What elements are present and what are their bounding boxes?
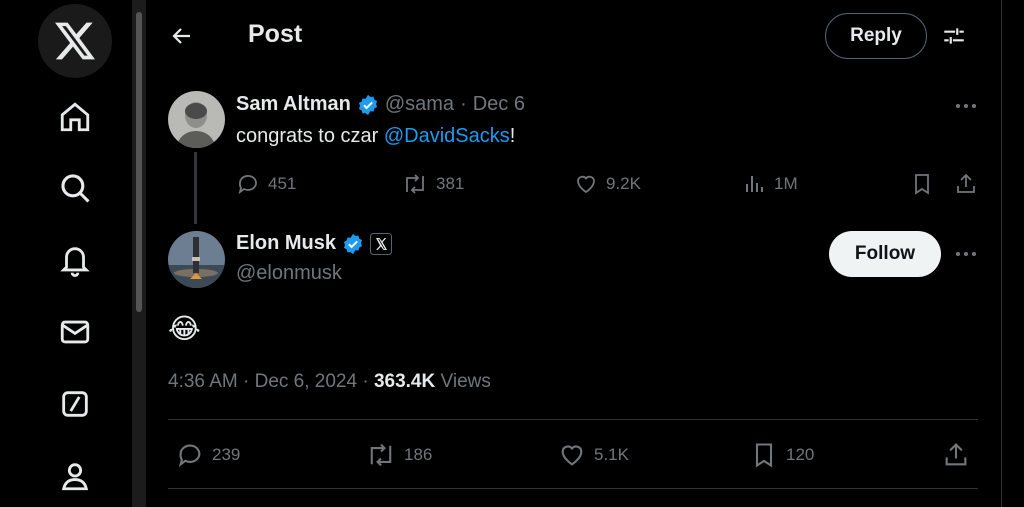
scrollbar[interactable]	[132, 0, 146, 507]
repost-action[interactable]: 381	[402, 172, 464, 196]
author-name[interactable]: Sam Altman	[236, 93, 351, 116]
page-title: Post	[248, 20, 303, 48]
views-action[interactable]: 1M	[742, 172, 798, 196]
reply-action[interactable]: 239	[176, 441, 240, 469]
scrollbar-thumb[interactable]	[136, 12, 142, 312]
heart-icon	[558, 441, 586, 469]
quoted-post-header: Sam Altman @sama · Dec 6	[236, 93, 525, 116]
like-action[interactable]: 9.2K	[574, 172, 641, 196]
verified-badge-icon	[357, 94, 379, 116]
right-gutter	[1002, 0, 1024, 507]
verified-badge-icon	[342, 233, 364, 255]
author-handle[interactable]: @sama	[385, 93, 454, 116]
like-action[interactable]: 5.1K	[558, 441, 629, 469]
views-label: Views	[435, 371, 491, 392]
x-logo-icon[interactable]	[38, 4, 112, 78]
home-icon[interactable]	[38, 87, 112, 147]
profile-icon[interactable]	[38, 446, 112, 506]
post-text: congrats to czar	[236, 125, 384, 147]
post-text-suffix: !	[509, 125, 516, 147]
reply-count: 451	[268, 174, 297, 193]
x-affiliate-badge-icon[interactable]	[370, 232, 393, 255]
repost-icon	[366, 441, 396, 469]
post-date[interactable]: Dec 6	[473, 93, 525, 116]
reply-button[interactable]: Reply	[825, 13, 927, 59]
author-name[interactable]: Elon Musk	[236, 232, 336, 255]
messages-envelope-icon[interactable]	[38, 302, 112, 362]
left-nav	[0, 0, 132, 507]
separator-dot: ·	[460, 93, 467, 115]
reply-action[interactable]: 451	[236, 172, 296, 196]
divider	[168, 488, 978, 489]
share-button[interactable]	[942, 441, 970, 469]
thread-connector-line	[194, 152, 197, 224]
quoted-post-text: congrats to czar @DavidSacks!	[236, 125, 515, 148]
bookmark-button[interactable]	[910, 172, 934, 196]
repost-count: 381	[436, 174, 465, 193]
bookmark-icon	[910, 172, 934, 196]
like-count: 5.1K	[594, 445, 629, 464]
like-count: 9.2K	[606, 174, 641, 193]
back-arrow-icon[interactable]	[166, 20, 198, 52]
share-button[interactable]	[954, 172, 978, 196]
post-timestamp[interactable]: 4:36 AM · Dec 6, 2024 ·	[168, 371, 374, 392]
repost-count: 186	[404, 445, 433, 464]
bookmark-count: 120	[786, 445, 815, 464]
reply-count: 239	[212, 445, 241, 464]
repost-icon	[402, 172, 428, 196]
views-count: 1M	[774, 174, 798, 193]
grok-icon[interactable]	[38, 374, 112, 434]
main-column: Post Reply Sam Altman @sama · Dec 6 cong…	[146, 0, 1002, 507]
mention-link[interactable]: @DavidSacks	[384, 125, 510, 147]
post-metadata: 4:36 AM · Dec 6, 2024 · 363.4K Views	[168, 371, 491, 393]
reply-bubble-icon	[176, 441, 204, 469]
analytics-bars-icon	[742, 172, 766, 196]
settings-sliders-icon[interactable]	[938, 20, 970, 52]
header: Post Reply	[146, 0, 1002, 72]
share-upload-icon	[942, 441, 970, 469]
bookmark-icon	[750, 441, 778, 469]
main-post-header: Elon Musk	[236, 232, 393, 255]
repost-action[interactable]: 186	[366, 441, 432, 469]
author-handle[interactable]: @elonmusk	[236, 262, 342, 285]
follow-button[interactable]: Follow	[829, 231, 941, 277]
bookmark-action[interactable]: 120	[750, 441, 814, 469]
divider	[168, 419, 978, 420]
more-options-icon[interactable]	[952, 244, 980, 264]
search-icon[interactable]	[38, 158, 112, 218]
reply-bubble-icon	[236, 172, 260, 196]
heart-icon	[574, 172, 598, 196]
more-options-icon[interactable]	[952, 96, 980, 116]
post-emoji: 😂	[168, 313, 201, 344]
notifications-bell-icon[interactable]	[38, 230, 112, 290]
share-upload-icon	[954, 172, 978, 196]
views-count: 363.4K	[373, 371, 436, 392]
sam-altman-avatar[interactable]	[168, 91, 225, 148]
elon-musk-avatar[interactable]	[168, 231, 225, 288]
